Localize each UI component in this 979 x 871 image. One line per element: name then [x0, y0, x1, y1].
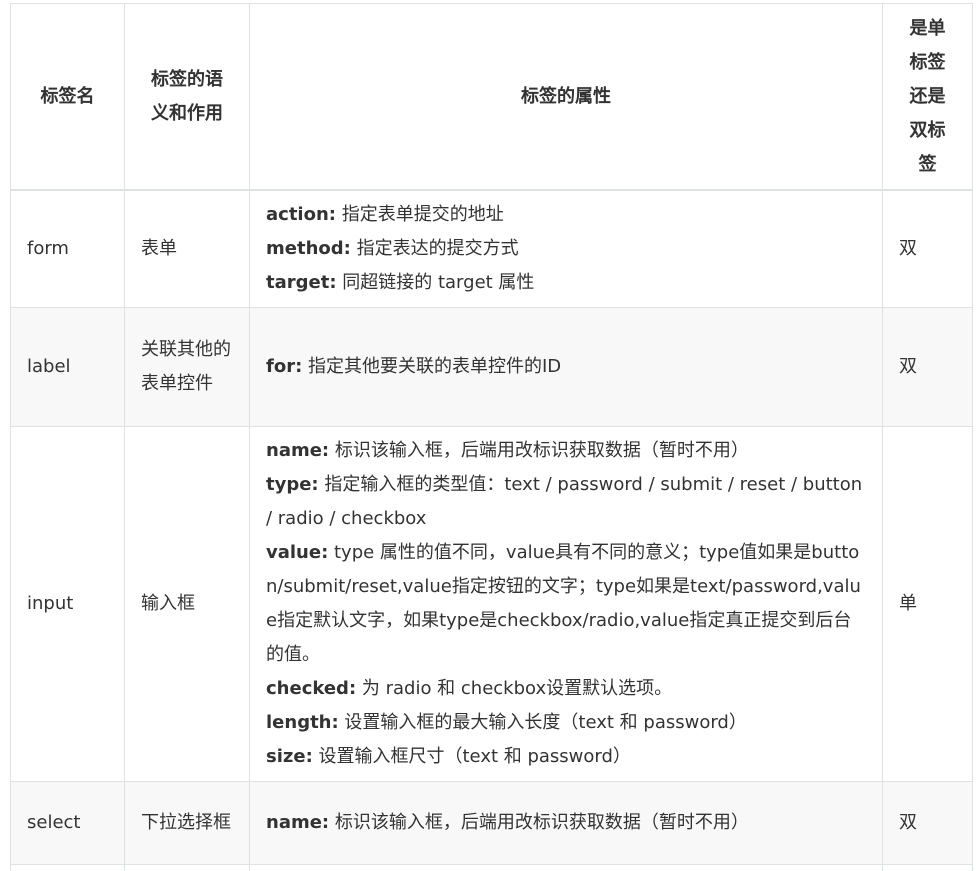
attribute-item: size: 设置输入框尺寸（text 和 password）: [266, 740, 866, 774]
attribute-item: type: 指定输入框的类型值：text / password / submit…: [266, 468, 866, 536]
html-form-tags-table: 标签名 标签的语义和作用 标签的属性 是单标签还是双标签 form 表单 act…: [10, 3, 973, 871]
header-row: 标签名 标签的语义和作用 标签的属性 是单标签还是双标签: [11, 4, 973, 191]
table-row: select 下拉选择框 name: 标识该输入框，后端用改标识获取数据（暂时不…: [11, 782, 973, 865]
attribute-desc: 为 radio 和 checkbox设置默认选项。: [356, 678, 672, 699]
header-tag-name: 标签名: [11, 4, 125, 191]
tag-name: form: [11, 190, 125, 308]
attribute-key: length:: [266, 712, 339, 733]
attribute-key: action:: [266, 204, 336, 225]
header-attributes: 标签的属性: [250, 4, 883, 191]
attribute-item: checked: 为 radio 和 checkbox设置默认选项。: [266, 672, 866, 706]
table-row-partial: [11, 865, 973, 871]
tag-type: 双: [883, 782, 973, 865]
attribute-key: for:: [266, 356, 302, 377]
attribute-item: value: type 属性的值不同，value具有不同的意义；type值如果是…: [266, 536, 866, 672]
attribute-key: type:: [266, 474, 319, 495]
attribute-key: size:: [266, 746, 313, 767]
attribute-desc: 同超链接的 target 属性: [337, 272, 535, 293]
tag-attributes: action: 指定表单提交的地址 method: 指定表达的提交方式 targ…: [250, 190, 883, 308]
attribute-key: target:: [266, 272, 337, 293]
table-row: form 表单 action: 指定表单提交的地址 method: 指定表达的提…: [11, 190, 973, 308]
table-row: label 关联其他的表单控件 for: 指定其他要关联的表单控件的ID 双: [11, 308, 973, 427]
tag-name: label: [11, 308, 125, 427]
header-single-or-double: 是单标签还是双标签: [883, 4, 973, 191]
tag-name: input: [11, 427, 125, 782]
attribute-item: method: 指定表达的提交方式: [266, 232, 866, 266]
tag-semantics: 关联其他的表单控件: [125, 308, 250, 427]
attribute-desc: 指定表达的提交方式: [351, 238, 519, 259]
attribute-item: name: 标识该输入框，后端用改标识获取数据（暂时不用）: [266, 806, 866, 840]
attribute-desc: 指定输入框的类型值：text / password / submit / res…: [266, 474, 862, 529]
attribute-desc: 标识该输入框，后端用改标识获取数据（暂时不用）: [329, 440, 749, 461]
tag-semantics: 下拉选择框: [125, 782, 250, 865]
tag-type: 双: [883, 308, 973, 427]
header-semantics: 标签的语义和作用: [125, 4, 250, 191]
attribute-desc: 指定其他要关联的表单控件的ID: [302, 356, 561, 377]
attribute-key: name:: [266, 440, 329, 461]
tag-type: 双: [883, 190, 973, 308]
tag-semantics: 输入框: [125, 427, 250, 782]
attribute-item: action: 指定表单提交的地址: [266, 198, 866, 232]
tag-attributes: name: 标识该输入框，后端用改标识获取数据（暂时不用） type: 指定输入…: [250, 427, 883, 782]
tag-name: select: [11, 782, 125, 865]
attribute-key: value:: [266, 542, 328, 563]
attribute-key: checked:: [266, 678, 356, 699]
table-row: input 输入框 name: 标识该输入框，后端用改标识获取数据（暂时不用） …: [11, 427, 973, 782]
tag-attributes: name: 标识该输入框，后端用改标识获取数据（暂时不用）: [250, 782, 883, 865]
attribute-item: target: 同超链接的 target 属性: [266, 266, 866, 300]
tag-type: 单: [883, 427, 973, 782]
attribute-key: name:: [266, 812, 329, 833]
tag-semantics: 表单: [125, 190, 250, 308]
attribute-item: name: 标识该输入框，后端用改标识获取数据（暂时不用）: [266, 434, 866, 468]
attribute-desc: type 属性的值不同，value具有不同的意义；type值如果是button/…: [266, 542, 861, 665]
attribute-desc: 指定表单提交的地址: [336, 204, 504, 225]
attribute-desc: 设置输入框的最大输入长度（text 和 password）: [339, 712, 747, 733]
tag-attributes: for: 指定其他要关联的表单控件的ID: [250, 308, 883, 427]
attribute-key: method:: [266, 238, 351, 259]
attribute-desc: 标识该输入框，后端用改标识获取数据（暂时不用）: [329, 812, 749, 833]
attribute-item: for: 指定其他要关联的表单控件的ID: [266, 350, 866, 384]
attribute-desc: 设置输入框尺寸（text 和 password）: [313, 746, 631, 767]
attribute-item: length: 设置输入框的最大输入长度（text 和 password）: [266, 706, 866, 740]
